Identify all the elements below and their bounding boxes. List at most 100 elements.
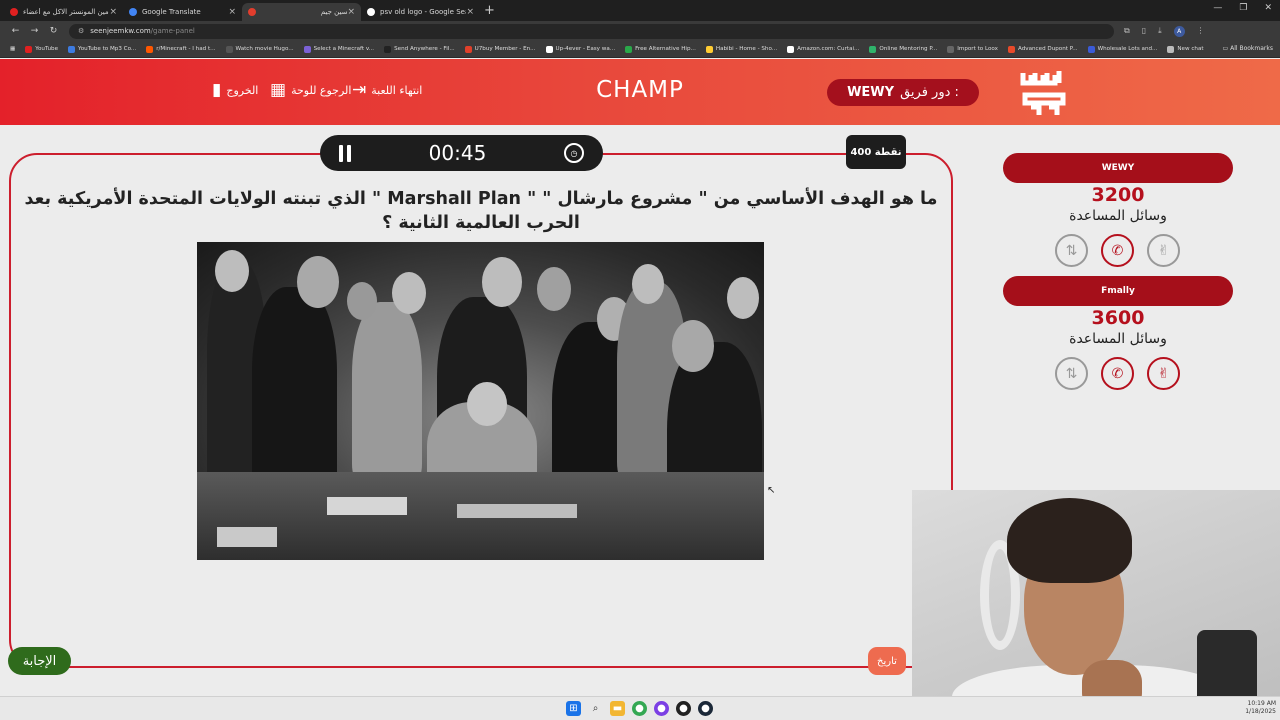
close-window-icon[interactable]: ✕ bbox=[1264, 3, 1272, 13]
swap-icon[interactable]: ⇅ bbox=[1055, 234, 1088, 267]
bookmark-favicon-icon bbox=[1167, 45, 1175, 53]
bookmark-item[interactable]: Amazon.com: Curtai... bbox=[783, 45, 863, 53]
game-name: CHAMP bbox=[596, 77, 684, 103]
apps-icon[interactable]: ▦ bbox=[6, 46, 19, 52]
back-icon[interactable]: ← bbox=[6, 26, 25, 36]
address-bar: ← → ↻ ⚙ seenjeemkw.com/game-panel ⧉ ▯ ⤓ … bbox=[0, 21, 1280, 41]
bookmark-item[interactable]: Send Anywhere - Fil... bbox=[380, 45, 459, 53]
all-bookmarks[interactable]: ▭ All Bookmarks bbox=[1223, 45, 1273, 52]
browser-tab[interactable]: psv old logo - Google Search× bbox=[361, 3, 480, 21]
tab-favicon-icon bbox=[129, 8, 137, 16]
swap-icon[interactable]: ⇅ bbox=[1055, 357, 1088, 390]
chrome-icon[interactable]: ● bbox=[632, 701, 647, 716]
bookmark-item[interactable]: U7buy Member - En... bbox=[461, 45, 540, 53]
bookmark-item[interactable]: Up-4ever - Easy wa... bbox=[542, 45, 620, 53]
bookmark-item[interactable]: YouTube to Mp3 Co... bbox=[64, 45, 140, 53]
menu-icon[interactable]: ⋮ bbox=[1197, 26, 1205, 37]
phone-icon[interactable]: ✆ bbox=[1101, 234, 1134, 267]
close-tab-icon[interactable]: × bbox=[466, 7, 474, 17]
system-clock[interactable]: 10:19 AM 1/18/2025 bbox=[1245, 700, 1276, 716]
bookmark-favicon-icon bbox=[68, 45, 76, 53]
question-text: ما هو الهدف الأساسي من " مشروع مارشال " … bbox=[24, 189, 938, 233]
timer-display: 00:45 bbox=[428, 141, 487, 165]
new-tab-icon[interactable]: + bbox=[484, 3, 495, 18]
points-badge: 400 نقطة bbox=[846, 135, 906, 169]
reload-icon[interactable]: ↻ bbox=[44, 26, 63, 36]
exit-arrow-icon: ⇥ bbox=[352, 80, 367, 100]
two-fingers-icon[interactable]: ✌ bbox=[1147, 357, 1180, 390]
back-to-board-label: الرجوع للوحة bbox=[291, 84, 352, 97]
start-icon[interactable]: ⊞ bbox=[566, 701, 581, 716]
turn-team-name: WEWY bbox=[847, 85, 895, 100]
tab-title: Google Translate bbox=[142, 8, 201, 16]
download-icon[interactable]: ⤓ bbox=[1158, 26, 1162, 37]
end-game-button[interactable]: ⇥ انتهاء اللعبة bbox=[352, 82, 422, 99]
turn-indicator: WEWY دور فريق : bbox=[827, 79, 979, 106]
site-info-icon[interactable]: ⚙ bbox=[78, 27, 84, 35]
bookmark-item[interactable]: Advanced Dupont P... bbox=[1004, 45, 1082, 53]
window-controls: — ❐ ✕ bbox=[1213, 3, 1272, 13]
bookmark-label: YouTube bbox=[35, 46, 59, 52]
browser-app-icon[interactable]: ● bbox=[654, 701, 669, 716]
reset-timer-button[interactable]: ◷ bbox=[563, 143, 584, 163]
app-icon[interactable]: ● bbox=[676, 701, 691, 716]
back-to-board-button[interactable]: ▦ الرجوع للوحة bbox=[270, 82, 351, 99]
maximize-icon[interactable]: ❐ bbox=[1239, 3, 1247, 13]
file-explorer-icon[interactable]: ▬ bbox=[610, 701, 625, 716]
bookmark-label: New chat bbox=[1177, 46, 1204, 52]
exit-button[interactable]: ▮ الخروج bbox=[212, 82, 258, 99]
extensions-icon[interactable]: ⧉ bbox=[1124, 26, 1130, 37]
bookmark-item[interactable]: Habibi - Home - Sho... bbox=[702, 45, 781, 53]
pause-button[interactable] bbox=[339, 144, 351, 162]
grid-icon: ▦ bbox=[270, 80, 287, 100]
browser-tab[interactable]: Google Translate × bbox=[123, 3, 242, 21]
team-name-bar: WEWY bbox=[1003, 153, 1233, 183]
team-aids-label: وسائل المساعدة bbox=[1069, 331, 1167, 347]
bookmark-label: Wholesale Lots and... bbox=[1097, 46, 1158, 52]
bookmark-favicon-icon bbox=[146, 45, 154, 53]
bookmark-favicon-icon bbox=[705, 45, 713, 53]
clock-date: 1/18/2025 bbox=[1245, 708, 1276, 715]
bookmark-label: Up-4ever - Easy wa... bbox=[555, 46, 616, 52]
bookmark-item[interactable]: r/Minecraft - I had t... bbox=[142, 45, 219, 53]
bookmark-item[interactable]: YouTube bbox=[21, 45, 62, 53]
bookmark-label: Free Alternative Hip... bbox=[635, 46, 696, 52]
bookmark-item[interactable]: Watch movie Hugo... bbox=[222, 45, 298, 53]
timer-bar: 00:45 ◷ bbox=[320, 135, 603, 171]
team-name-bar: Fmally bbox=[1003, 276, 1233, 306]
answer-button[interactable]: الإجابة bbox=[8, 647, 71, 675]
bookmark-label: Amazon.com: Curtai... bbox=[797, 46, 860, 52]
steam-icon[interactable]: ● bbox=[698, 701, 713, 716]
site-logo[interactable] bbox=[1017, 67, 1071, 122]
browser-tab[interactable]: مين المونستر الاكل مع أعضاء Cube...× bbox=[4, 3, 123, 21]
team-aids-label: وسائل المساعدة bbox=[1069, 208, 1167, 224]
bookmark-item[interactable]: Free Alternative Hip... bbox=[621, 45, 700, 53]
webcam-overlay bbox=[912, 490, 1280, 720]
bookmark-item[interactable]: Wholesale Lots and... bbox=[1084, 45, 1162, 53]
bookmark-favicon-icon bbox=[384, 45, 392, 53]
bookmark-label: Import to Loox bbox=[957, 46, 998, 52]
bookmark-item[interactable]: Online Mentoring P... bbox=[865, 45, 941, 53]
phone-icon[interactable]: ✆ bbox=[1101, 357, 1134, 390]
close-tab-icon[interactable]: × bbox=[347, 7, 355, 17]
bookmark-item[interactable]: Select a Minecraft v... bbox=[300, 45, 378, 53]
bookmarks-bar: ▦ YouTube YouTube to Mp3 Co... r/Minecra… bbox=[0, 41, 1280, 58]
forward-icon[interactable]: → bbox=[25, 26, 44, 36]
sidebar-icon[interactable]: ▯ bbox=[1142, 26, 1146, 37]
url-input[interactable]: ⚙ seenjeemkw.com/game-panel bbox=[69, 23, 1114, 39]
close-tab-icon[interactable]: × bbox=[109, 7, 117, 17]
close-tab-icon[interactable]: × bbox=[228, 7, 236, 17]
minimize-icon[interactable]: — bbox=[1213, 3, 1222, 13]
bookmark-label: Online Mentoring P... bbox=[879, 46, 938, 52]
bookmark-label: Advanced Dupont P... bbox=[1017, 46, 1078, 52]
bookmark-label: Watch movie Hugo... bbox=[235, 46, 294, 52]
bookmark-item[interactable]: New chat bbox=[1163, 45, 1207, 53]
search-icon[interactable]: ⌕ bbox=[588, 701, 603, 716]
profile-avatar[interactable]: A bbox=[1173, 25, 1185, 37]
url-host: seenjeemkw.com bbox=[90, 27, 151, 35]
two-fingers-icon[interactable]: ✌ bbox=[1147, 234, 1180, 267]
browser-tab-active[interactable]: سين جيم × bbox=[242, 3, 361, 21]
bookmark-favicon-icon bbox=[1007, 45, 1015, 53]
bookmark-item[interactable]: Import to Loox bbox=[943, 45, 1002, 53]
clock-time: 10:19 AM bbox=[1247, 700, 1276, 707]
